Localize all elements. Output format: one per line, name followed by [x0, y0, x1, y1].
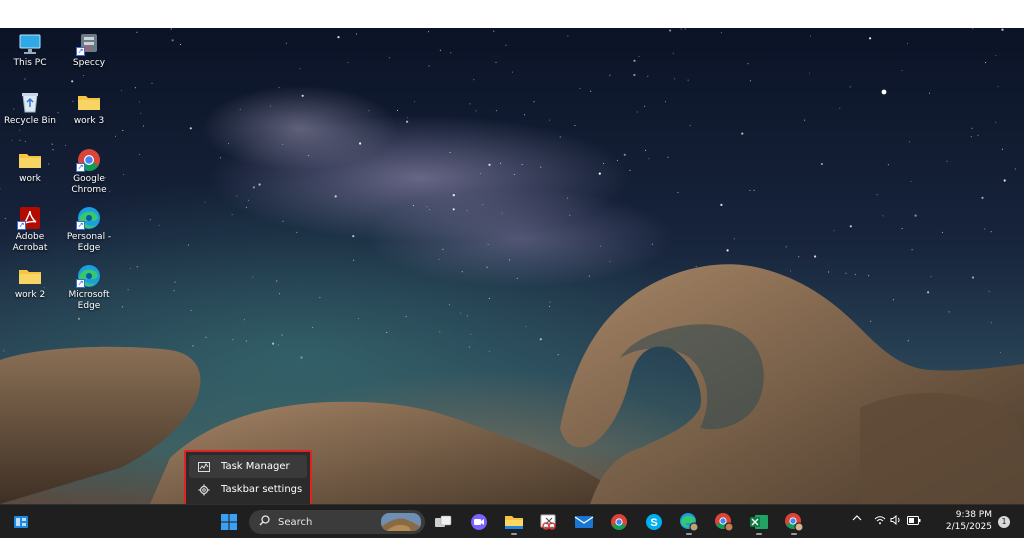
desktop-icon-personal-edge[interactable]: ↗ Personal - Edge — [60, 206, 118, 254]
zoom-icon — [471, 514, 487, 530]
desktop-icon-microsoft-edge[interactable]: ↗ Microsoft Edge — [60, 264, 118, 312]
running-indicator — [686, 533, 692, 535]
taskbar-app-mail[interactable] — [571, 509, 597, 535]
menu-item-task-manager[interactable]: Task Manager — [189, 455, 307, 478]
chrome-icon — [785, 513, 804, 532]
search-icon — [259, 515, 270, 529]
recycle-bin-icon — [17, 90, 43, 114]
excel-icon — [750, 515, 768, 529]
desktop-icon-work[interactable]: work — [1, 148, 59, 185]
search-placeholder: Search — [278, 516, 313, 528]
shortcut-arrow-icon: ↗ — [17, 221, 26, 230]
svg-text:S: S — [650, 517, 657, 529]
taskbar-app-snipping-tool[interactable] — [536, 509, 562, 535]
menu-item-taskbar-settings[interactable]: Taskbar settings — [189, 478, 307, 501]
notification-badge[interactable]: 1 — [998, 516, 1010, 528]
desktop-icon-google-chrome[interactable]: ↗ Google Chrome — [60, 148, 118, 196]
taskbar-context-menu: Task Manager Taskbar settings — [184, 450, 312, 506]
gear-icon — [197, 484, 211, 496]
task-view-icon — [435, 515, 452, 527]
desktop-icon-recycle-bin[interactable]: Recycle Bin — [1, 90, 59, 127]
desktop-icon-label: work 2 — [14, 290, 46, 300]
windows-start-icon — [221, 514, 237, 530]
shortcut-arrow-icon: ↗ — [76, 221, 85, 230]
desktop-icon-work-2[interactable]: work 2 — [1, 264, 59, 301]
desktop-icon-adobe-acrobat[interactable]: ↗ Adobe Acrobat — [1, 206, 59, 254]
edge-icon: ↗ — [76, 264, 102, 288]
wifi-icon[interactable] — [874, 515, 886, 528]
desktop-icon-label: work — [19, 174, 41, 184]
taskbar-app-chrome-profile[interactable] — [711, 509, 737, 535]
running-indicator — [756, 533, 762, 535]
desktop-icon-label: Google Chrome — [71, 174, 107, 195]
menu-item-label: Taskbar settings — [221, 484, 303, 495]
chevron-up-icon[interactable] — [852, 514, 862, 525]
folder-icon — [76, 90, 102, 114]
system-tray: 9:38 PM 2/15/2025 1 — [844, 505, 1024, 538]
clock-time: 9:38 PM — [955, 510, 992, 520]
chrome-icon — [611, 514, 627, 530]
folder-icon — [17, 264, 43, 288]
speaker-icon[interactable] — [890, 514, 902, 528]
snipping-tool-icon — [540, 514, 556, 530]
folder-icon — [17, 148, 43, 172]
monitor-icon — [17, 32, 43, 56]
speccy-icon: ↗ — [76, 32, 102, 56]
rock-formation — [0, 264, 1024, 504]
taskbar[interactable]: Search S 9:38 PM 2/15/2025 1 — [0, 504, 1024, 538]
taskbar-app-edge-profile[interactable] — [676, 509, 702, 535]
shortcut-arrow-icon: ↗ — [76, 279, 85, 288]
taskbar-app-chrome-2[interactable] — [781, 509, 807, 535]
edge-icon: ↗ — [76, 206, 102, 230]
clock[interactable]: 9:38 PM 2/15/2025 — [946, 509, 992, 533]
taskbar-app-file-explorer[interactable] — [501, 509, 527, 535]
running-indicator — [791, 533, 797, 535]
task-manager-icon — [197, 461, 211, 473]
desktop-icon-this-pc[interactable]: This PC — [1, 32, 59, 69]
search-highlight-image — [381, 513, 421, 531]
taskbar-app-skype[interactable]: S — [641, 509, 667, 535]
desktop-wallpaper[interactable]: This PC ↗ Speccy Recycle Bin work 3 work… — [0, 28, 1024, 504]
taskbar-app-zoom[interactable] — [466, 509, 492, 535]
shortcut-arrow-icon: ↗ — [76, 47, 85, 56]
desktop-icon-label: work 3 — [73, 116, 105, 126]
chrome-icon — [715, 513, 734, 532]
desktop-icon-label: Microsoft Edge — [68, 290, 110, 311]
battery-icon[interactable] — [907, 516, 921, 528]
shortcut-arrow-icon: ↗ — [76, 163, 85, 172]
chrome-icon: ↗ — [76, 148, 102, 172]
desktop-icon-label: Personal - Edge — [66, 232, 112, 253]
folder-icon — [505, 516, 523, 529]
taskbar-app-excel[interactable] — [746, 509, 772, 535]
desktop-icon-label: Adobe Acrobat — [12, 232, 48, 253]
taskbar-app-chrome[interactable] — [606, 509, 632, 535]
desktop-icon-label: This PC — [13, 58, 47, 68]
start-button[interactable] — [216, 509, 242, 535]
edge-icon — [680, 513, 699, 532]
desktop-icon-work-3[interactable]: work 3 — [60, 90, 118, 127]
clock-date: 2/15/2025 — [945, 522, 992, 532]
widgets-button[interactable] — [8, 509, 34, 535]
menu-item-label: Task Manager — [221, 461, 290, 472]
widgets-icon — [14, 516, 28, 528]
taskbar-app-task-view[interactable] — [430, 509, 456, 535]
desktop-icon-label: Recycle Bin — [4, 116, 56, 126]
skype-icon: S — [646, 514, 662, 530]
running-indicator — [511, 533, 517, 535]
mail-icon — [574, 516, 594, 528]
desktop-icon-label: Speccy — [72, 58, 106, 68]
acrobat-icon: ↗ — [17, 206, 43, 230]
desktop-icon-speccy[interactable]: ↗ Speccy — [60, 32, 118, 69]
taskbar-search-box[interactable]: Search — [249, 510, 425, 534]
